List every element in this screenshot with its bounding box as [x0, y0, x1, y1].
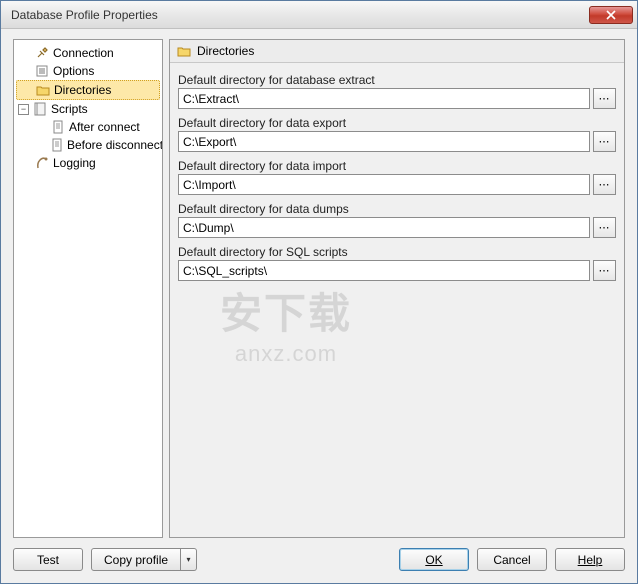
ok-button[interactable]: OK — [399, 548, 469, 571]
field-row: ⋯ — [178, 217, 616, 238]
options-icon — [34, 63, 50, 79]
scripts-dir-input[interactable] — [178, 260, 590, 281]
tree-item-scripts[interactable]: − Scripts — [16, 100, 160, 118]
page-icon — [50, 119, 66, 135]
help-button[interactable]: Help — [555, 548, 625, 571]
copy-profile-dropdown[interactable] — [181, 548, 197, 571]
field-label-export: Default directory for data export — [178, 116, 616, 130]
page-icon — [50, 137, 64, 153]
browse-button[interactable]: ⋯ — [593, 260, 616, 281]
tree-item-before-disconnect[interactable]: Before disconnect — [16, 136, 160, 154]
tree-label: After connect — [69, 120, 140, 134]
dialog-window: Database Profile Properties Connection O… — [0, 0, 638, 584]
tree-label: Directories — [54, 83, 111, 97]
extract-dir-input[interactable] — [178, 88, 590, 109]
tree-label: Logging — [53, 156, 96, 170]
field-label-extract: Default directory for database extract — [178, 73, 616, 87]
field-row: ⋯ — [178, 174, 616, 195]
button-row: Test Copy profile OK Cancel Help — [13, 546, 625, 575]
close-icon — [606, 10, 616, 20]
import-dir-input[interactable] — [178, 174, 590, 195]
field-row: ⋯ — [178, 131, 616, 152]
group-title: Directories — [197, 44, 254, 58]
browse-button[interactable]: ⋯ — [593, 131, 616, 152]
settings-panel: Directories Default directory for databa… — [169, 39, 625, 538]
folder-icon — [35, 82, 51, 98]
tree-item-logging[interactable]: Logging — [16, 154, 160, 172]
browse-button[interactable]: ⋯ — [593, 174, 616, 195]
content-area: Connection Options Directories − — [1, 29, 637, 583]
test-button[interactable]: Test — [13, 548, 83, 571]
log-icon — [34, 155, 50, 171]
tree-label: Before disconnect — [67, 138, 163, 152]
copy-profile-group: Copy profile — [91, 548, 197, 571]
group-header: Directories — [170, 40, 624, 63]
tree-label: Scripts — [51, 102, 88, 116]
tree-item-after-connect[interactable]: After connect — [16, 118, 160, 136]
close-button[interactable] — [589, 6, 633, 24]
tree-label: Options — [53, 64, 94, 78]
field-label-scripts: Default directory for SQL scripts — [178, 245, 616, 259]
tree-item-options[interactable]: Options — [16, 62, 160, 80]
dumps-dir-input[interactable] — [178, 217, 590, 238]
group-body: Default directory for database extract ⋯… — [170, 63, 624, 291]
tree-label: Connection — [53, 46, 114, 60]
export-dir-input[interactable] — [178, 131, 590, 152]
nav-tree: Connection Options Directories − — [13, 39, 163, 538]
field-row: ⋯ — [178, 260, 616, 281]
field-label-import: Default directory for data import — [178, 159, 616, 173]
tree-collapse-icon[interactable]: − — [18, 104, 29, 115]
field-row: ⋯ — [178, 88, 616, 109]
folder-icon — [176, 43, 192, 59]
titlebar: Database Profile Properties — [1, 1, 637, 29]
field-label-dumps: Default directory for data dumps — [178, 202, 616, 216]
tree-item-directories[interactable]: Directories — [16, 80, 160, 100]
panels: Connection Options Directories − — [13, 39, 625, 538]
browse-button[interactable]: ⋯ — [593, 88, 616, 109]
tree-item-connection[interactable]: Connection — [16, 44, 160, 62]
plug-icon — [34, 45, 50, 61]
window-title: Database Profile Properties — [11, 8, 589, 22]
script-icon — [32, 101, 48, 117]
cancel-button[interactable]: Cancel — [477, 548, 547, 571]
copy-profile-button[interactable]: Copy profile — [91, 548, 181, 571]
browse-button[interactable]: ⋯ — [593, 217, 616, 238]
